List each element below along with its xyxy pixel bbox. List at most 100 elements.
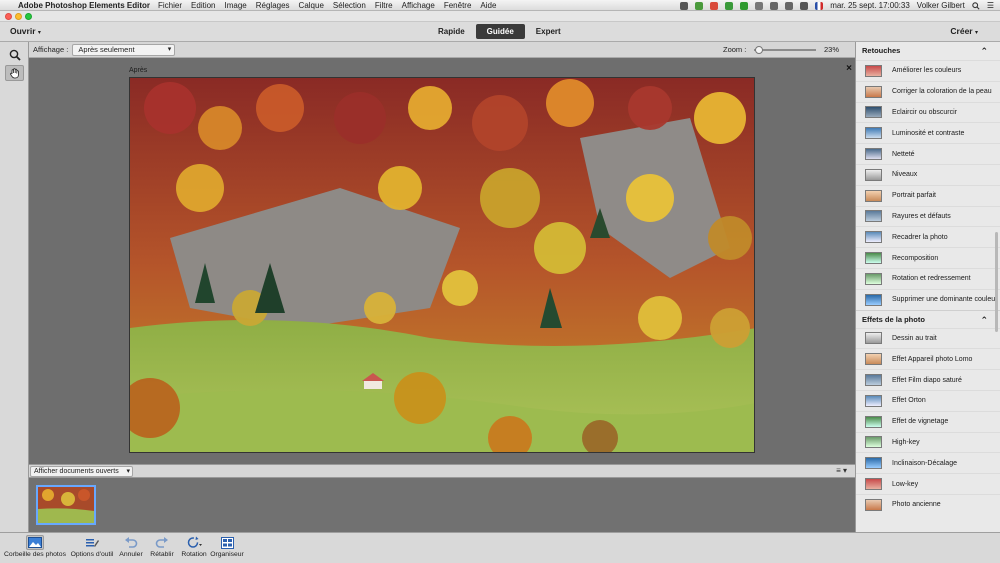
section-retouches-header[interactable]: Retouches ⌃: [856, 42, 1000, 60]
guided-action-label: Effet Orton: [892, 397, 926, 405]
guided-action-item[interactable]: Recadrer la photo: [856, 226, 1000, 247]
bin-source-select[interactable]: Afficher documents ouverts: [30, 466, 133, 477]
guided-action-label: Améliorer les couleurs: [892, 67, 962, 75]
guided-action-item[interactable]: Niveaux: [856, 163, 1000, 185]
action-thumbnail-icon: [865, 436, 882, 449]
mode-tabs: Rapide Guidée Expert: [427, 24, 572, 39]
photo-bin: [29, 478, 855, 532]
close-icon[interactable]: ×: [846, 63, 852, 74]
guided-action-item[interactable]: Luminosité et contraste: [856, 122, 1000, 143]
task-bar: Corbeille des photos Options d'outil Ann…: [0, 532, 1000, 563]
guided-action-item[interactable]: Supprimer une dominante couleur: [856, 288, 1000, 310]
app-name-menu[interactable]: Adobe Photoshop Elements Editor: [18, 1, 150, 10]
guided-action-label: Recadrer la photo: [892, 233, 948, 241]
guided-action-label: Eclaircir ou obscurcir: [892, 108, 957, 116]
battery-icon[interactable]: [755, 1, 764, 10]
clock[interactable]: mar. 25 sept. 17:00:33: [830, 1, 910, 10]
organizer-label: Organiseur: [210, 551, 244, 558]
guided-action-item[interactable]: Low-key: [856, 473, 1000, 494]
monitor-icon[interactable]: [680, 1, 689, 10]
view-select[interactable]: Après seulement: [72, 43, 176, 56]
window-close-button[interactable]: [5, 13, 12, 20]
tool-options-icon: [83, 535, 101, 550]
flag-fr-icon[interactable]: [815, 1, 824, 10]
window-zoom-button[interactable]: [25, 13, 32, 20]
guided-action-item[interactable]: Recomposition: [856, 247, 1000, 268]
guided-action-item[interactable]: Eclaircir ou obscurcir: [856, 101, 1000, 123]
guided-action-item[interactable]: Effet Orton: [856, 389, 1000, 411]
menu-selection[interactable]: Sélection: [333, 1, 366, 10]
section-effets-header[interactable]: Effets de la photo ⌃: [856, 309, 1000, 328]
redo-button[interactable]: Rétablir: [148, 535, 176, 558]
guided-action-label: Niveaux: [892, 171, 918, 179]
open-button[interactable]: Ouvrir ▾: [10, 26, 41, 36]
guided-action-label: Low-key: [892, 480, 919, 488]
create-button[interactable]: Créer ▾: [950, 26, 978, 36]
panel-scrollbar[interactable]: [995, 232, 998, 332]
menu-image[interactable]: Image: [225, 1, 247, 10]
guided-action-item[interactable]: Rotation et redressement: [856, 267, 1000, 289]
volume-icon[interactable]: [770, 1, 779, 10]
menu-calque[interactable]: Calque: [299, 1, 324, 10]
organizer-button[interactable]: Organiseur: [209, 535, 245, 558]
window-minimize-button[interactable]: [15, 13, 22, 20]
guided-action-item[interactable]: Dessin au trait: [856, 327, 1000, 349]
guided-action-item[interactable]: Rayures et défauts: [856, 205, 1000, 227]
tool-options-label: Options d'outil: [70, 551, 114, 558]
undo-button[interactable]: Annuler: [117, 535, 145, 558]
section-effets-list: Dessin au trait Effet Appareil photo Lomo…: [856, 327, 1000, 515]
guided-action-label: Portrait parfait: [892, 192, 936, 200]
editor-topbar: Ouvrir ▾ Rapide Guidée Expert Créer ▾: [0, 22, 1000, 42]
guided-action-item[interactable]: Netteté: [856, 143, 1000, 164]
tool-options-button[interactable]: Options d'outil: [67, 535, 117, 558]
undo-label: Annuler: [119, 551, 143, 558]
guided-action-item[interactable]: Effet Film diapo saturé: [856, 369, 1000, 390]
canvas-area[interactable]: Après ×: [29, 58, 855, 464]
bluetooth-icon[interactable]: [785, 1, 794, 10]
guided-action-item[interactable]: Effet de vignetage: [856, 410, 1000, 432]
action-thumbnail-icon: [865, 498, 882, 511]
rotate-button[interactable]: Rotation: [179, 535, 209, 558]
menu-fichier[interactable]: Fichier: [158, 1, 182, 10]
guided-action-label: Effet Appareil photo Lomo: [892, 355, 973, 363]
tab-guidee[interactable]: Guidée: [475, 24, 525, 39]
guided-action-item[interactable]: Inclinaison-Décalage: [856, 452, 1000, 473]
user-name[interactable]: Volker Gilbert: [917, 1, 965, 10]
menu-reglages[interactable]: Réglages: [256, 1, 290, 10]
zoom-slider[interactable]: [754, 46, 816, 54]
status-green-icon[interactable]: [695, 1, 704, 10]
menu-aide[interactable]: Aide: [480, 1, 496, 10]
menu-fenetre[interactable]: Fenêtre: [444, 1, 472, 10]
search-icon[interactable]: [972, 1, 980, 10]
hand-tool[interactable]: [5, 65, 24, 81]
status-red-icon[interactable]: [710, 1, 719, 10]
guided-action-item[interactable]: Effet Appareil photo Lomo: [856, 348, 1000, 369]
notification-list-icon[interactable]: ☰: [987, 1, 994, 10]
guided-action-item[interactable]: Photo ancienne: [856, 493, 1000, 515]
zoom-tool[interactable]: [5, 47, 24, 63]
zoom-slider-handle[interactable]: [755, 46, 764, 54]
photo-bin-button[interactable]: Corbeille des photos: [3, 535, 67, 558]
guided-action-item[interactable]: Améliorer les couleurs: [856, 60, 1000, 81]
menu-filtre[interactable]: Filtre: [375, 1, 393, 10]
evernote-icon[interactable]: [725, 1, 734, 10]
guided-action-label: Supprimer une dominante couleur: [892, 296, 998, 304]
tab-rapide[interactable]: Rapide: [427, 24, 476, 39]
toolbox: [0, 42, 29, 532]
wifi-icon[interactable]: [800, 1, 809, 10]
guided-action-label: Effet de vignetage: [892, 418, 949, 426]
guided-action-item[interactable]: High-key: [856, 431, 1000, 453]
chevron-up-icon: ⌃: [980, 314, 988, 325]
action-thumbnail-icon: [865, 168, 882, 181]
menu-affichage[interactable]: Affichage: [402, 1, 435, 10]
bin-menu-icon[interactable]: ≡ ▾: [836, 466, 847, 475]
menu-edition[interactable]: Edition: [191, 1, 215, 10]
guided-action-item[interactable]: Portrait parfait: [856, 184, 1000, 206]
tab-expert[interactable]: Expert: [525, 24, 572, 39]
status-green2-icon[interactable]: [740, 1, 749, 10]
photo-bin-thumbnail[interactable]: [36, 485, 96, 525]
view-caption: Après: [129, 67, 148, 74]
action-thumbnail-icon: [865, 148, 882, 161]
guided-action-item[interactable]: Corriger la coloration de la peau: [856, 80, 1000, 102]
document-photo[interactable]: [129, 77, 755, 453]
